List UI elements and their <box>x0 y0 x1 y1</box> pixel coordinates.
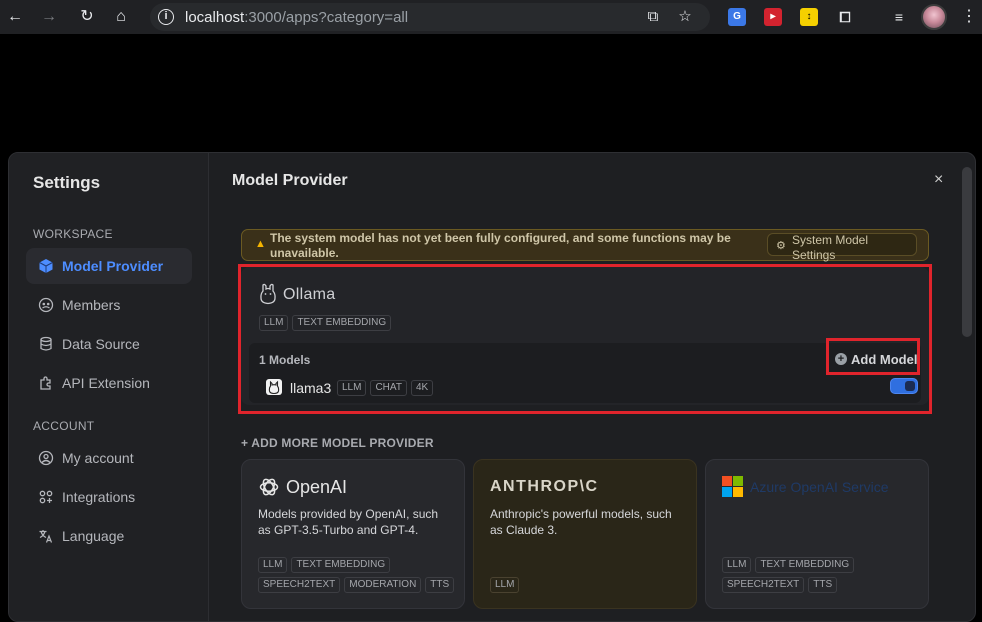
tag: LLM <box>722 557 752 573</box>
gear-icon: ⚙ <box>776 240 786 252</box>
cube-icon <box>39 259 53 273</box>
openai-icon <box>259 478 279 496</box>
database-icon <box>40 336 52 351</box>
sidebar-item-my-account[interactable]: My account <box>26 440 192 476</box>
menu-kebab-icon[interactable]: ⋮ <box>958 6 980 28</box>
provider-tags: LLM TEXT EMBEDDING <box>722 557 855 573</box>
url-text[interactable]: localhost:3000/apps?category=all <box>185 9 408 26</box>
back-icon[interactable]: ← <box>4 6 26 28</box>
sidebar-item-api-extension[interactable]: API Extension <box>26 365 192 401</box>
provider-card-anthropic[interactable]: ANTHROP\C Anthropic's powerful models, s… <box>473 459 697 609</box>
address-bar[interactable]: i localhost:3000/apps?category=all ⧉ ☆ <box>150 3 710 31</box>
media-queue-icon[interactable]: ≡ <box>890 8 908 26</box>
members-icon <box>38 297 54 313</box>
translate-icon[interactable]: ⧉ <box>644 8 662 26</box>
section-workspace: WORKSPACE <box>33 227 113 241</box>
add-more-provider-heading: + ADD MORE MODEL PROVIDER <box>241 436 434 450</box>
sidebar-item-label: Model Provider <box>62 258 164 274</box>
sidebar-item-label: My account <box>62 450 134 466</box>
video-extension-icon[interactable]: ▸ <box>764 8 782 26</box>
model-provider-panel: Model Provider × ▲ The system model has … <box>209 153 975 621</box>
page-title: Model Provider <box>232 172 348 189</box>
forward-icon[interactable]: → <box>38 6 60 28</box>
sidebar-item-language[interactable]: Language <box>26 518 192 554</box>
system-model-warning: ▲ The system model has not yet been full… <box>241 229 929 262</box>
tag: MODERATION <box>344 577 422 593</box>
provider-tags: SPEECH2TEXT TTS <box>722 577 838 593</box>
reload-icon[interactable]: ↻ <box>76 6 98 28</box>
provider-tags: LLM <box>490 577 520 593</box>
sidebar-item-data-source[interactable]: Data Source <box>26 326 192 362</box>
user-icon <box>38 450 54 466</box>
tag: TEXT EMBEDDING <box>291 557 391 573</box>
scrollbar-thumb[interactable] <box>962 167 972 337</box>
integrations-icon <box>39 490 53 504</box>
tag: LLM <box>490 577 520 593</box>
yellow-extension-icon[interactable]: ↕ <box>800 8 818 26</box>
provider-card-azure-openai[interactable]: Azure OpenAI Service LLM TEXT EMBEDDING … <box>705 459 929 609</box>
close-icon[interactable]: × <box>934 171 943 189</box>
provider-tags: LLM TEXT EMBEDDING <box>258 557 391 573</box>
settings-modal: Settings WORKSPACE Model Provider Member… <box>8 152 976 622</box>
provider-card-openai[interactable]: OpenAI Models provided by OpenAI, such a… <box>241 459 465 609</box>
tag: TTS <box>808 577 838 593</box>
azure-logo: Azure OpenAI Service <box>722 474 889 500</box>
highlight-box-add-model <box>826 338 920 375</box>
extensions-puzzle-icon[interactable]: ⧠ <box>836 8 854 26</box>
bookmark-star-icon[interactable]: ☆ <box>676 8 694 26</box>
provider-tags: SPEECH2TEXT MODERATION TTS <box>258 577 455 593</box>
section-account: ACCOUNT <box>33 419 95 433</box>
anthropic-logo: ANTHROP\C <box>490 474 599 500</box>
tag: LLM <box>258 557 288 573</box>
sidebar-item-label: Integrations <box>62 489 136 505</box>
microsoft-icon <box>722 476 743 497</box>
site-info-icon[interactable]: i <box>158 9 174 25</box>
sidebar-item-label: API Extension <box>62 375 150 391</box>
translate-extension-icon[interactable]: G <box>728 8 746 26</box>
provider-description: Anthropic's powerful models, such as Cla… <box>490 507 672 537</box>
language-icon <box>39 530 53 543</box>
sidebar-item-model-provider[interactable]: Model Provider <box>26 248 192 284</box>
openai-wordmark: OpenAI <box>286 476 348 497</box>
warning-text: The system model has not yet been fully … <box>270 231 731 260</box>
warning-triangle-icon: ▲ <box>255 238 266 250</box>
puzzle-icon <box>40 376 51 390</box>
system-model-settings-label: System Model Settings <box>792 233 869 262</box>
anthropic-wordmark: ANTHROP\C <box>490 478 599 495</box>
home-icon[interactable]: ⌂ <box>110 6 132 28</box>
settings-title: Settings <box>33 173 101 192</box>
system-model-settings-button[interactable]: ⚙ System Model Settings <box>767 233 917 262</box>
sidebar-item-label: Data Source <box>62 336 140 352</box>
tag: SPEECH2TEXT <box>722 577 805 593</box>
sidebar-item-label: Members <box>62 297 121 313</box>
openai-logo: OpenAI <box>258 474 347 500</box>
sidebar-item-integrations[interactable]: Integrations <box>26 479 192 515</box>
profile-avatar[interactable] <box>921 4 947 30</box>
azure-wordmark: Azure OpenAI Service <box>750 479 889 495</box>
provider-description: Models provided by OpenAI, such as GPT-3… <box>258 507 439 537</box>
tag: TEXT EMBEDDING <box>755 557 855 573</box>
sidebar-item-members[interactable]: Members <box>26 287 192 323</box>
settings-sidebar: Settings WORKSPACE Model Provider Member… <box>9 153 209 621</box>
browser-toolbar: ← → ↻ ⌂ i localhost:3000/apps?category=a… <box>0 0 982 34</box>
tag: TTS <box>425 577 455 593</box>
sidebar-item-label: Language <box>62 528 125 544</box>
tag: SPEECH2TEXT <box>258 577 341 593</box>
